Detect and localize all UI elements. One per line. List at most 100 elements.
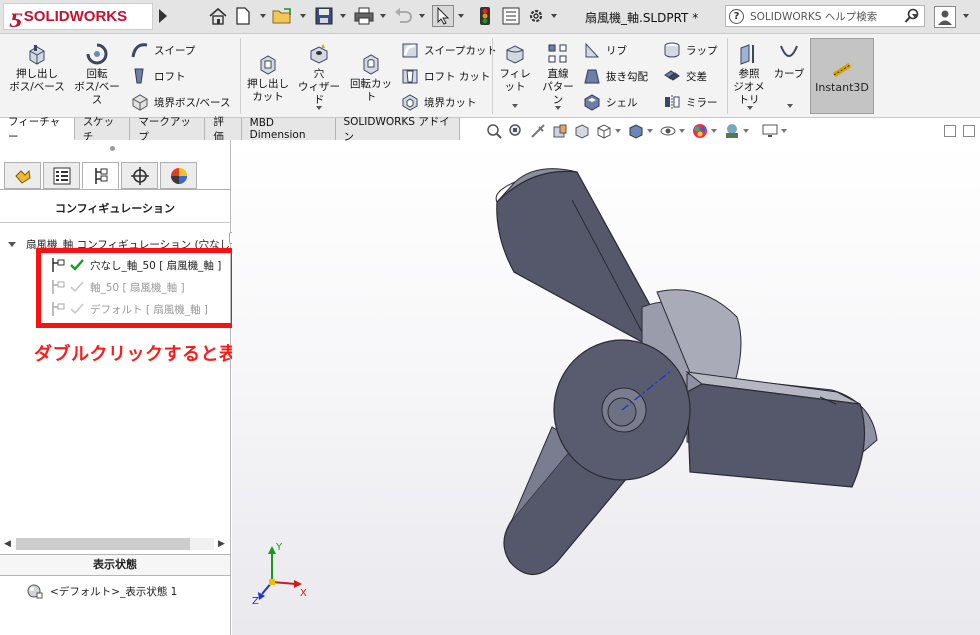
mirror-button[interactable]: ミラー: [662, 92, 718, 112]
zoom-to-area-icon[interactable]: [507, 122, 525, 140]
display-style-dropdown-arrow[interactable]: [647, 129, 653, 133]
collapse-arrow-icon[interactable]: [8, 241, 16, 247]
intersect-button[interactable]: 交差: [662, 66, 707, 86]
wrap-icon: [662, 40, 682, 60]
help-search-box[interactable]: ? SOLIDWORKS ヘルプ検索: [725, 5, 925, 27]
save-icon[interactable]: [313, 5, 335, 27]
select-pointer-icon[interactable]: [432, 5, 454, 27]
open-dropdown-arrow[interactable]: [300, 14, 306, 18]
scroll-thumb[interactable]: [16, 538, 190, 550]
options-dropdown-arrow[interactable]: [551, 14, 557, 18]
previous-view-icon[interactable]: [529, 122, 547, 140]
print-dropdown-arrow[interactable]: [380, 14, 386, 18]
window-restore-icon[interactable]: [944, 125, 956, 137]
user-account-icon[interactable]: [934, 6, 956, 31]
scene-dropdown-arrow[interactable]: [743, 129, 749, 133]
fan-shaft-3d-model[interactable]: [232, 142, 980, 635]
curves-button[interactable]: カーブ: [772, 42, 806, 81]
configuration-manager-icon: [94, 167, 107, 184]
tab-configuration-manager[interactable]: [82, 162, 119, 189]
wrap-button[interactable]: ラップ: [662, 40, 718, 60]
hide-show-dropdown-arrow[interactable]: [679, 129, 685, 133]
open-folder-icon[interactable]: [272, 5, 294, 27]
user-dropdown-arrow[interactable]: [963, 14, 969, 18]
file-properties-icon[interactable]: [500, 5, 522, 27]
tab-markup[interactable]: マークアップ: [130, 116, 206, 143]
fillet-button[interactable]: フィレット: [496, 42, 534, 94]
mirror-icon: [662, 92, 682, 112]
shell-button[interactable]: シェル: [582, 92, 638, 112]
section-view-icon[interactable]: [551, 122, 569, 140]
tab-mbd-dimension[interactable]: MBD Dimension: [241, 117, 336, 141]
tab-features[interactable]: フィーチャー: [0, 116, 75, 143]
instant3d-label: Instant3D: [815, 80, 869, 94]
options-gear-icon[interactable]: [525, 5, 547, 27]
swept-cut-button[interactable]: スイープカット: [400, 40, 497, 60]
apply-scene-icon[interactable]: [723, 122, 741, 140]
undo-dropdown-arrow[interactable]: [419, 14, 425, 18]
view-settings-monitor-icon[interactable]: [761, 122, 779, 140]
hole-wizard-dropdown-arrow[interactable]: [316, 106, 322, 110]
linear-pattern-button[interactable]: 直線 パターン: [538, 42, 578, 107]
swept-cut-icon: [400, 40, 420, 60]
curves-dropdown-arrow[interactable]: [787, 104, 793, 108]
view-orientation-dropdown-arrow[interactable]: [615, 129, 621, 133]
rebuild-traffic-light-icon[interactable]: [474, 5, 496, 27]
menu-expand-arrow-icon[interactable]: [159, 9, 167, 23]
wrap-label: ラップ: [686, 44, 718, 57]
scroll-left-arrow-icon[interactable]: ◀: [4, 539, 11, 549]
command-tab-bar: フィーチャー スケッチ マークアップ 評価 MBD Dimension SOLI…: [0, 116, 460, 143]
zoom-to-fit-icon[interactable]: [485, 122, 503, 140]
new-document-icon[interactable]: [232, 5, 254, 27]
tab-property-manager[interactable]: [43, 162, 80, 189]
view-orientation-icon[interactable]: [595, 122, 613, 140]
panel-splitter-handle[interactable]: [110, 146, 115, 151]
window-maximize-icon[interactable]: [963, 125, 975, 137]
new-dropdown-arrow[interactable]: [260, 14, 266, 18]
home-icon[interactable]: [207, 5, 229, 27]
tab-evaluate[interactable]: 評価: [205, 116, 242, 143]
pattern-dropdown-arrow[interactable]: [555, 106, 561, 110]
tab-solidworks-addins[interactable]: SOLIDWORKS アドイン: [335, 116, 460, 143]
select-dropdown-arrow[interactable]: [458, 14, 464, 18]
revolve-cut-button[interactable]: 回転カット: [346, 52, 396, 104]
extrude-cut-button[interactable]: 押し出し カット: [244, 52, 292, 104]
boundary-boss-button[interactable]: 境界ボス/ベース: [130, 92, 231, 112]
horizontal-scrollbar[interactable]: ◀ ▶: [0, 536, 230, 552]
reference-geometry-dropdown-arrow[interactable]: [747, 106, 753, 110]
solidworks-logo[interactable]: ƽ SOLIDWORKS: [3, 3, 153, 30]
scroll-right-arrow-icon[interactable]: ▶: [218, 539, 225, 549]
rib-button[interactable]: リブ: [582, 40, 627, 60]
intersect-icon: [662, 66, 682, 86]
dynamic-annotation-views-icon[interactable]: [573, 122, 591, 140]
instant3d-button[interactable]: Instant3D: [810, 38, 874, 114]
tab-feature-manager[interactable]: [4, 162, 41, 189]
hole-wizard-button[interactable]: 穴 ウィザード: [296, 42, 342, 107]
view-settings-dropdown-arrow[interactable]: [781, 129, 787, 133]
display-state-item[interactable]: <デフォルト>_表示状態 1: [26, 582, 177, 600]
save-dropdown-arrow[interactable]: [340, 14, 346, 18]
extrude-boss-button[interactable]: 押し出し ボス/ベース: [8, 42, 66, 94]
help-dropdown-arrow[interactable]: [912, 14, 918, 18]
print-icon[interactable]: [353, 5, 375, 27]
hide-show-items-icon[interactable]: [659, 122, 677, 140]
lofted-cut-button[interactable]: ロフト カット: [400, 66, 490, 86]
fillet-dropdown-arrow[interactable]: [512, 104, 518, 108]
loft-button[interactable]: ロフト: [130, 66, 186, 86]
boundary-cut-button[interactable]: 境界カット: [400, 92, 477, 112]
sweep-icon: [130, 40, 150, 60]
tab-display-manager[interactable]: [160, 162, 197, 189]
boundary-cut-icon: [400, 92, 420, 112]
revolve-boss-button[interactable]: 回転 ボス/ベース: [70, 42, 124, 107]
edit-appearance-icon[interactable]: [691, 122, 709, 140]
undo-icon[interactable]: [392, 5, 414, 27]
sweep-button[interactable]: スイープ: [130, 40, 195, 60]
draft-button[interactable]: 抜き勾配: [582, 66, 648, 86]
tab-sketch[interactable]: スケッチ: [74, 116, 131, 143]
command-manager-ribbon: 押し出し ボス/ベース 回転 ボス/ベース スイープ ロフト 境界ボス/ベース …: [0, 34, 980, 118]
display-style-icon[interactable]: [627, 122, 645, 140]
reference-geometry-button[interactable]: 参照 ジオメトリ: [729, 42, 769, 107]
tab-dimxpert-manager[interactable]: [121, 162, 158, 189]
appearance-dropdown-arrow[interactable]: [711, 129, 717, 133]
lofted-cut-label: ロフト カット: [424, 70, 491, 83]
